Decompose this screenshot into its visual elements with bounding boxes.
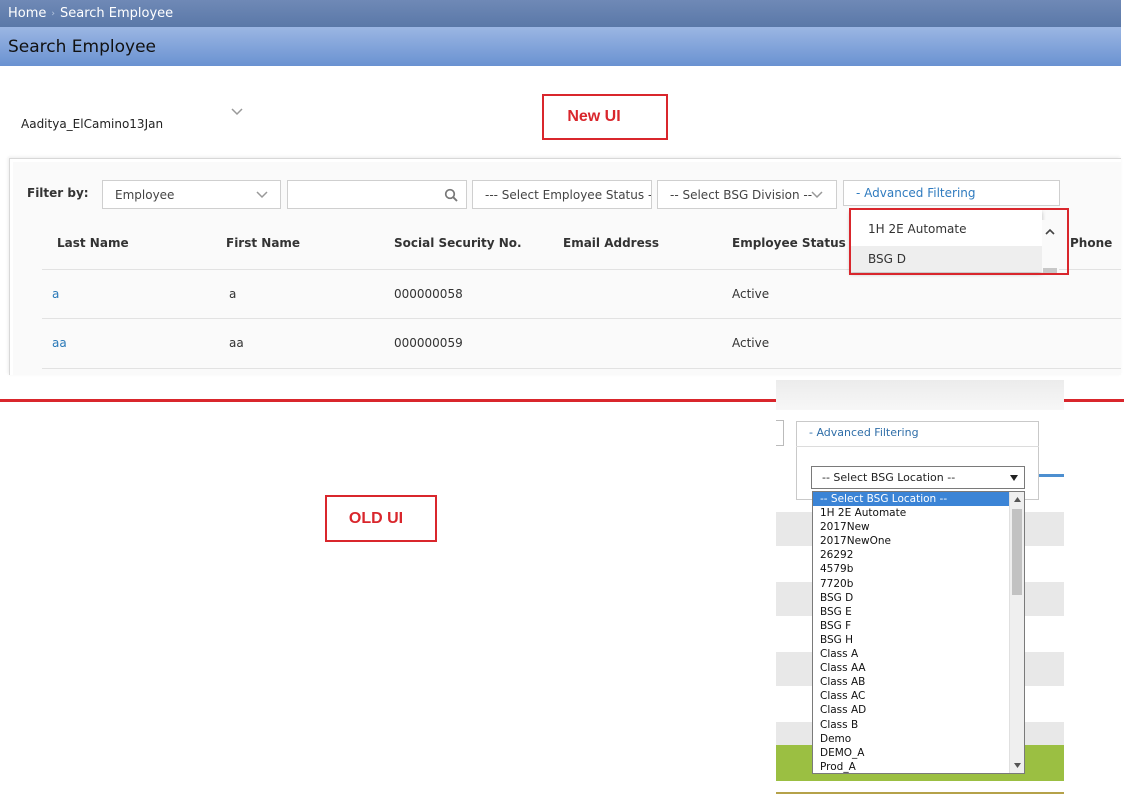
- old-location-option[interactable]: 1H 2E Automate: [813, 506, 1010, 520]
- old-ui-callout: OLD UI: [325, 495, 437, 542]
- title-bar: Search Employee: [0, 27, 1121, 66]
- ssn-cell: 000000058: [394, 287, 463, 301]
- old-ui-side-control: [776, 420, 784, 446]
- old-location-option[interactable]: Demo: [813, 732, 1010, 746]
- old-location-option[interactable]: Class A: [813, 647, 1010, 661]
- breadcrumb: Home › Search Employee: [0, 0, 1121, 27]
- filter-type-value: Employee: [115, 187, 175, 202]
- old-bsg-location-value: -- Select BSG Location --: [822, 471, 956, 484]
- old-location-option[interactable]: BSG F: [813, 619, 1010, 633]
- bsg-division-select[interactable]: -- Select BSG Division --: [657, 180, 837, 209]
- old-ui-bottom-line: [776, 792, 1064, 794]
- filter-type-select[interactable]: Employee: [102, 180, 281, 209]
- account-selector[interactable]: Aaditya_ElCamino13Jan: [21, 117, 163, 131]
- old-scroll-thumb[interactable]: [1012, 509, 1022, 595]
- old-location-option[interactable]: Class AB: [813, 675, 1010, 689]
- row-divider: [42, 318, 1121, 319]
- first-name-cell: a: [229, 287, 237, 301]
- advanced-filtering-toggle[interactable]: - Advanced Filtering: [843, 180, 1060, 206]
- old-advanced-filtering-toggle[interactable]: - Advanced Filtering: [809, 426, 919, 439]
- first-name-cell: aa: [229, 336, 244, 350]
- ssn-cell: 000000059: [394, 336, 463, 350]
- old-ui-accent-line: [1038, 474, 1064, 477]
- employee-status-value: --- Select Employee Status ---: [485, 187, 652, 202]
- old-location-option[interactable]: Prod_A: [813, 760, 1010, 773]
- old-panel-divider: [796, 446, 1039, 447]
- status-cell: Active: [732, 336, 770, 350]
- old-bsg-location-listbox[interactable]: -- Select BSG Location -- 1H 2E Automate 2…: [812, 491, 1025, 774]
- breadcrumb-current: Search Employee: [60, 6, 174, 21]
- old-location-option[interactable]: Class B: [813, 718, 1010, 732]
- last-name-link[interactable]: aa: [52, 336, 67, 350]
- old-location-option[interactable]: Class AC: [813, 689, 1010, 703]
- old-location-option[interactable]: 2017NewOne: [813, 534, 1010, 548]
- old-location-option[interactable]: 7720b: [813, 577, 1010, 591]
- chevron-down-icon: [811, 191, 823, 199]
- advanced-filtering-label: - Advanced Filtering: [856, 186, 976, 200]
- old-listbox-scrollbar[interactable]: [1009, 492, 1024, 773]
- old-ui-callout-label: OLD UI: [348, 509, 404, 527]
- old-location-option[interactable]: DEMO_A: [813, 746, 1010, 760]
- column-header-first-name[interactable]: First Name: [226, 236, 300, 250]
- bsg-division-value: -- Select BSG Division --: [670, 187, 813, 202]
- column-header-email[interactable]: Email Address: [563, 236, 659, 250]
- old-location-option[interactable]: -- Select BSG Location --: [813, 492, 1010, 507]
- old-location-option[interactable]: BSG H: [813, 633, 1010, 647]
- breadcrumb-home[interactable]: Home: [8, 6, 46, 21]
- breadcrumb-separator: ›: [51, 8, 55, 19]
- search-input[interactable]: [287, 180, 467, 209]
- last-name-link[interactable]: a: [52, 287, 59, 301]
- old-location-option[interactable]: 26292: [813, 548, 1010, 562]
- page-title: Search Employee: [8, 36, 157, 57]
- arrow-down-icon[interactable]: [1013, 761, 1022, 770]
- old-location-option[interactable]: BSG E: [813, 605, 1010, 619]
- chevron-down-icon: [256, 191, 268, 199]
- new-ui-callout-label: New UI: [567, 108, 621, 125]
- status-cell: Active: [732, 287, 770, 301]
- old-ui-top-band: [776, 380, 1064, 410]
- column-header-status[interactable]: Employee Status: [732, 236, 846, 250]
- old-location-option[interactable]: BSG D: [813, 591, 1010, 605]
- column-header-last-name[interactable]: Last Name: [57, 236, 129, 250]
- employee-status-select[interactable]: --- Select Employee Status ---: [472, 180, 652, 209]
- search-icon[interactable]: [444, 188, 458, 202]
- filter-label: Filter by:: [27, 186, 89, 200]
- new-ui-callout: New UI: [542, 94, 668, 140]
- old-location-option[interactable]: Class AA: [813, 661, 1010, 675]
- old-location-option[interactable]: 4579b: [813, 562, 1010, 576]
- arrow-up-icon[interactable]: [1013, 495, 1022, 504]
- old-location-options: -- Select BSG Location -- 1H 2E Automate 2…: [813, 492, 1010, 773]
- column-header-ssn[interactable]: Social Security No.: [394, 236, 522, 250]
- chevron-down-icon[interactable]: [230, 106, 244, 118]
- old-location-option[interactable]: Class AD: [813, 703, 1010, 717]
- old-bsg-location-select[interactable]: -- Select BSG Location --: [811, 466, 1025, 489]
- old-location-option[interactable]: 2017New: [813, 520, 1010, 534]
- column-header-phone[interactable]: Phone: [1070, 236, 1112, 250]
- row-divider: [42, 368, 1121, 369]
- highlight-box: [849, 208, 1069, 275]
- arrow-down-icon: [1010, 475, 1018, 481]
